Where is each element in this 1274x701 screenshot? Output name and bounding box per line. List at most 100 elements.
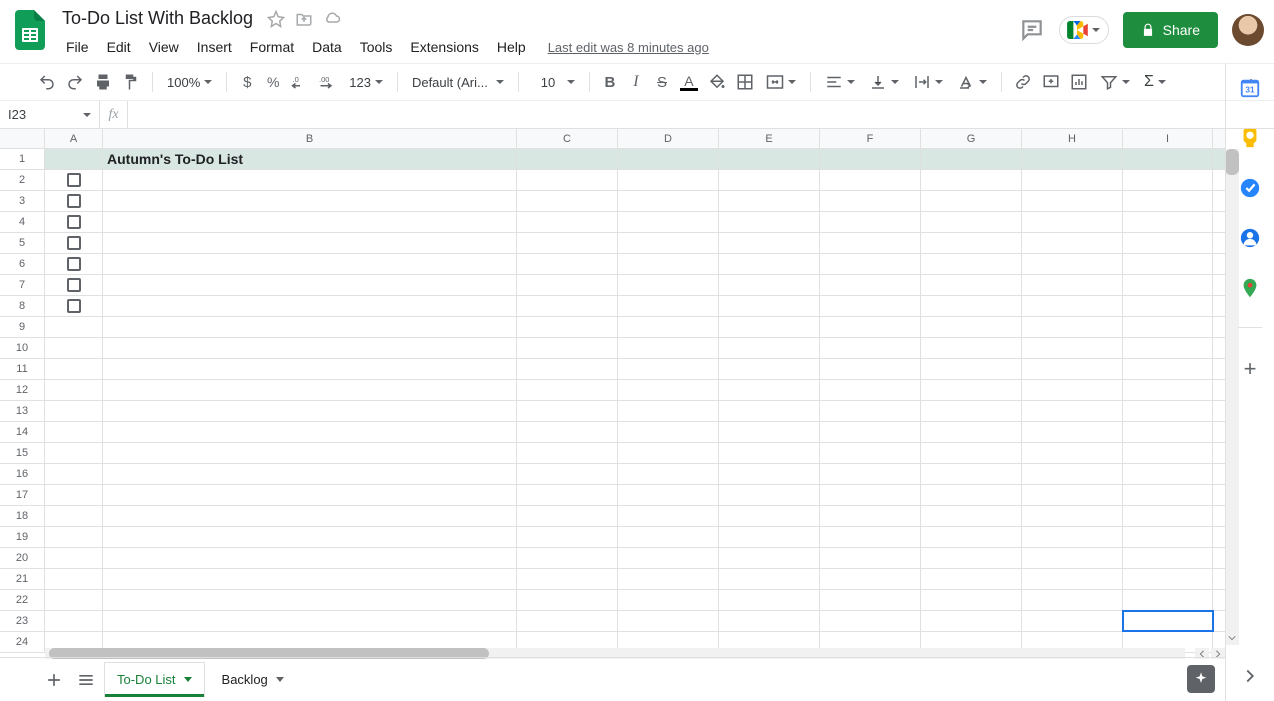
cell[interactable] bbox=[45, 191, 103, 211]
all-sheets-button[interactable] bbox=[72, 666, 100, 694]
cell[interactable] bbox=[719, 359, 820, 379]
cell[interactable] bbox=[719, 233, 820, 253]
cell[interactable] bbox=[618, 338, 719, 358]
row-header[interactable]: 5 bbox=[0, 233, 45, 253]
cell[interactable] bbox=[517, 485, 618, 505]
cell[interactable] bbox=[517, 380, 618, 400]
cell[interactable] bbox=[820, 296, 921, 316]
cell[interactable] bbox=[103, 527, 517, 547]
cell[interactable] bbox=[820, 422, 921, 442]
cell[interactable] bbox=[517, 548, 618, 568]
add-sheet-button[interactable] bbox=[40, 666, 68, 694]
cell[interactable] bbox=[921, 359, 1022, 379]
cell[interactable] bbox=[618, 506, 719, 526]
checkbox[interactable] bbox=[67, 194, 81, 208]
text-wrap-dropdown[interactable] bbox=[907, 73, 949, 91]
filter-dropdown[interactable] bbox=[1094, 73, 1136, 91]
cell[interactable] bbox=[618, 527, 719, 547]
cell[interactable] bbox=[921, 590, 1022, 610]
row-header[interactable]: 4 bbox=[0, 212, 45, 232]
cell[interactable] bbox=[618, 485, 719, 505]
menu-tools[interactable]: Tools bbox=[352, 35, 401, 59]
cell[interactable] bbox=[1022, 380, 1123, 400]
cell[interactable] bbox=[618, 296, 719, 316]
cell[interactable] bbox=[103, 485, 517, 505]
cell[interactable] bbox=[517, 275, 618, 295]
cell[interactable] bbox=[719, 338, 820, 358]
cell[interactable]: Autumn's To-Do List bbox=[103, 149, 517, 169]
cell[interactable] bbox=[103, 569, 517, 589]
row-header[interactable]: 13 bbox=[0, 401, 45, 421]
row-header[interactable]: 17 bbox=[0, 485, 45, 505]
cell[interactable] bbox=[1123, 611, 1213, 631]
column-header-f[interactable]: F bbox=[820, 129, 921, 148]
cell[interactable] bbox=[1123, 296, 1213, 316]
cell[interactable] bbox=[820, 338, 921, 358]
cell[interactable] bbox=[1123, 485, 1213, 505]
cell[interactable] bbox=[1022, 443, 1123, 463]
avatar[interactable] bbox=[1232, 14, 1264, 46]
cell[interactable] bbox=[103, 590, 517, 610]
column-header-c[interactable]: C bbox=[517, 129, 618, 148]
cell[interactable] bbox=[820, 590, 921, 610]
cell[interactable] bbox=[719, 590, 820, 610]
cell[interactable] bbox=[1123, 401, 1213, 421]
cell[interactable] bbox=[719, 464, 820, 484]
row-header[interactable]: 9 bbox=[0, 317, 45, 337]
increase-decimal-button[interactable]: .00 bbox=[315, 70, 341, 94]
column-header-e[interactable]: E bbox=[719, 129, 820, 148]
name-box[interactable]: I23 bbox=[0, 101, 100, 128]
column-header-i[interactable]: I bbox=[1123, 129, 1213, 148]
cell[interactable] bbox=[103, 191, 517, 211]
select-all-corner[interactable] bbox=[0, 129, 45, 148]
merge-cells-dropdown[interactable] bbox=[760, 73, 802, 91]
text-color-button[interactable]: A bbox=[676, 70, 702, 94]
cell[interactable] bbox=[820, 506, 921, 526]
row-header[interactable]: 6 bbox=[0, 254, 45, 274]
cell[interactable] bbox=[618, 254, 719, 274]
cell[interactable] bbox=[103, 443, 517, 463]
chevron-down-icon[interactable] bbox=[276, 677, 284, 682]
cell[interactable] bbox=[820, 317, 921, 337]
cell[interactable] bbox=[1123, 443, 1213, 463]
cell[interactable] bbox=[921, 527, 1022, 547]
checkbox[interactable] bbox=[67, 278, 81, 292]
percent-button[interactable]: % bbox=[261, 70, 285, 94]
cell[interactable] bbox=[517, 317, 618, 337]
cell[interactable] bbox=[921, 611, 1022, 631]
cell[interactable] bbox=[1123, 191, 1213, 211]
cell[interactable] bbox=[820, 485, 921, 505]
cell[interactable] bbox=[517, 443, 618, 463]
cell[interactable] bbox=[820, 569, 921, 589]
row-header[interactable]: 16 bbox=[0, 464, 45, 484]
last-edit-link[interactable]: Last edit was 8 minutes ago bbox=[548, 40, 709, 55]
cell[interactable] bbox=[1022, 296, 1123, 316]
cell[interactable] bbox=[517, 590, 618, 610]
cell[interactable] bbox=[1022, 254, 1123, 274]
cell[interactable] bbox=[921, 296, 1022, 316]
cell[interactable] bbox=[1022, 275, 1123, 295]
checkbox[interactable] bbox=[67, 236, 81, 250]
calendar-icon[interactable]: 31 bbox=[1239, 77, 1261, 99]
row-header[interactable]: 7 bbox=[0, 275, 45, 295]
row-header[interactable]: 1 bbox=[0, 149, 45, 169]
cell[interactable] bbox=[921, 254, 1022, 274]
sheets-logo[interactable] bbox=[10, 10, 50, 50]
column-header-b[interactable]: B bbox=[103, 129, 517, 148]
row-header[interactable]: 8 bbox=[0, 296, 45, 316]
cell[interactable] bbox=[1022, 527, 1123, 547]
cell[interactable] bbox=[618, 317, 719, 337]
row-header[interactable]: 18 bbox=[0, 506, 45, 526]
insert-comment-button[interactable] bbox=[1038, 70, 1064, 94]
star-icon[interactable] bbox=[267, 10, 285, 28]
row-header[interactable]: 3 bbox=[0, 191, 45, 211]
cell[interactable] bbox=[45, 443, 103, 463]
cell[interactable] bbox=[517, 464, 618, 484]
cell[interactable] bbox=[1022, 590, 1123, 610]
cell[interactable] bbox=[618, 212, 719, 232]
cell[interactable] bbox=[921, 317, 1022, 337]
cell[interactable] bbox=[921, 569, 1022, 589]
checkbox[interactable] bbox=[67, 215, 81, 229]
cell[interactable] bbox=[1123, 422, 1213, 442]
cell[interactable] bbox=[1022, 317, 1123, 337]
